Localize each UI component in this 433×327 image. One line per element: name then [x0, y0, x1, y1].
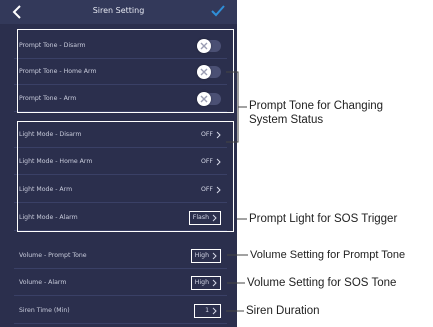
- annotation-prompt-tone-line1: Prompt Tone for Changing: [249, 100, 384, 112]
- annotation-prompt-light: Prompt Light for SOS Trigger: [249, 213, 398, 225]
- annotation-prompt-tone-line2: System Status: [249, 114, 324, 126]
- annotation-volume-sos: Volume Setting for SOS Tone: [247, 277, 397, 289]
- annotation-volume-prompt: Volume Setting for Prompt Tone: [250, 249, 406, 261]
- prompt-tone-bracket: [226, 71, 239, 143]
- annotation-prompt-tone: Prompt Tone for Changing System Status: [249, 99, 383, 127]
- annotation-siren-duration: Siren Duration: [246, 305, 320, 317]
